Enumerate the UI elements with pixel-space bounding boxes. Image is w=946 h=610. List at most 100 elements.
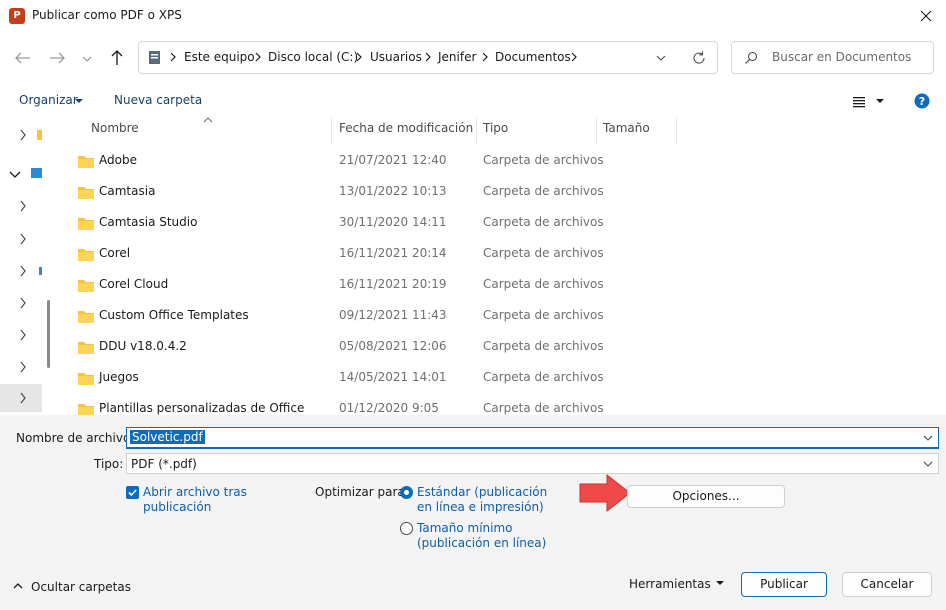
table-row[interactable]: Custom Office Templates 09/12/2021 11:43… — [58, 301, 945, 332]
table-row[interactable]: Corel Cloud 16/11/2021 20:19 Carpeta de … — [58, 270, 945, 301]
nav-tree-item[interactable] — [0, 289, 42, 317]
open-after-publish-label-line2[interactable]: publicación — [143, 500, 211, 514]
column-header-type[interactable]: Tipo — [483, 121, 508, 141]
nav-tree-item[interactable] — [0, 192, 42, 220]
column-header-modified[interactable]: Fecha de modificación — [339, 121, 473, 141]
navigation-pane — [0, 117, 42, 415]
sort-ascending-icon — [203, 117, 213, 123]
breadcrumb-local-disk[interactable]: Disco local (C:) — [268, 50, 358, 64]
file-modified: 16/11/2021 20:14 — [339, 246, 447, 260]
forward-button[interactable] — [44, 44, 70, 72]
chevron-right-icon — [20, 361, 26, 373]
nav-pane-scrollbar[interactable] — [47, 300, 50, 368]
optimize-standard-label-line2[interactable]: en línea e impresión) — [417, 500, 544, 514]
cancel-button[interactable]: Cancelar — [842, 572, 932, 597]
type-value: PDF (*.pdf) — [131, 457, 197, 471]
nav-tree-item-this-pc[interactable] — [0, 160, 42, 188]
file-modified: 14/05/2021 14:01 — [339, 370, 447, 384]
caret-down-icon[interactable] — [875, 98, 885, 106]
optimize-standard-radio[interactable] — [400, 486, 413, 499]
help-icon[interactable]: ? — [914, 93, 930, 109]
file-list: Nombre Fecha de modificación Tipo Tamaño… — [58, 117, 945, 415]
column-divider[interactable] — [476, 117, 477, 143]
table-row[interactable]: Juegos 14/05/2021 14:01 Carpeta de archi… — [58, 363, 945, 394]
folder-icon — [78, 342, 94, 354]
tools-menu[interactable]: Herramientas — [629, 577, 711, 591]
breadcrumb-documents[interactable]: Documentos — [495, 50, 571, 64]
view-list-icon[interactable] — [852, 96, 866, 108]
publish-button[interactable]: Publicar — [741, 572, 827, 597]
arrow-up-icon — [111, 50, 123, 65]
nav-tree-item-selected[interactable] — [0, 384, 42, 412]
folder-icon — [78, 156, 94, 168]
open-after-publish-label-line1[interactable]: Abrir archivo tras — [143, 485, 247, 499]
powerpoint-app-icon: P — [9, 8, 25, 24]
optimize-minimum-label-line1[interactable]: Tamaño mínimo — [417, 521, 513, 535]
type-select[interactable]: PDF (*.pdf) — [126, 453, 939, 474]
table-row[interactable]: Camtasia Studio 30/11/2020 14:11 Carpeta… — [58, 208, 945, 239]
back-button[interactable] — [10, 44, 36, 72]
optimize-for-label: Optimizar para: — [315, 485, 409, 499]
nav-tree-item[interactable] — [0, 353, 42, 381]
chevron-down-icon[interactable] — [922, 433, 934, 443]
recent-locations-button[interactable] — [78, 44, 96, 72]
file-name: Corel Cloud — [99, 277, 169, 291]
file-modified: 21/07/2021 12:40 — [339, 153, 447, 167]
file-modified: 16/11/2021 20:19 — [339, 277, 447, 291]
breadcrumb-users[interactable]: Usuarios — [370, 50, 422, 64]
file-type: Carpeta de archivos — [483, 401, 604, 415]
open-after-publish-checkbox[interactable] — [126, 486, 139, 499]
file-name: Custom Office Templates — [99, 308, 249, 322]
filename-field[interactable]: Solvetic.pdf — [126, 427, 939, 449]
optimize-standard-label-line1[interactable]: Estándar (publicación — [417, 485, 547, 499]
folder-icon — [78, 187, 94, 199]
column-divider[interactable] — [331, 117, 332, 143]
optimize-minimum-radio[interactable] — [400, 522, 413, 535]
chevron-down-icon[interactable] — [655, 52, 667, 64]
table-row[interactable]: Plantillas personalizadas de Office 01/1… — [58, 394, 945, 415]
close-button[interactable] — [906, 0, 946, 32]
table-row[interactable]: Corel 16/11/2021 20:14 Carpeta de archiv… — [58, 239, 945, 270]
radio-dot — [404, 490, 409, 495]
nav-tree-item[interactable] — [0, 321, 42, 349]
filename-label: Nombre de archivo: — [16, 431, 135, 445]
file-name: Adobe — [99, 153, 137, 167]
column-header-size[interactable]: Tamaño — [603, 121, 650, 141]
hide-folders-toggle[interactable]: Ocultar carpetas — [31, 580, 131, 594]
folder-icon — [78, 404, 94, 415]
chevron-up-icon[interactable] — [12, 581, 24, 591]
new-folder-button[interactable]: Nueva carpeta — [114, 93, 202, 107]
column-header-name[interactable]: Nombre — [91, 121, 139, 141]
refresh-icon[interactable] — [691, 50, 707, 66]
table-row[interactable]: Camtasia 13/01/2022 10:13 Carpeta de arc… — [58, 177, 945, 208]
nav-tree-item[interactable] — [0, 225, 42, 253]
address-bar[interactable]: Este equipo Disco local (C:) Usuarios Je… — [138, 41, 718, 74]
file-type: Carpeta de archivos — [483, 370, 604, 384]
breadcrumb-jenifer[interactable]: Jenifer — [438, 50, 476, 64]
chevron-right-icon — [571, 52, 577, 62]
file-name: Plantillas personalizadas de Office — [99, 401, 305, 415]
chevron-right-icon — [20, 129, 42, 141]
nav-tree-item[interactable] — [0, 121, 42, 149]
breadcrumb-this-pc[interactable]: Este equipo — [184, 50, 255, 64]
column-divider[interactable] — [596, 117, 597, 143]
caret-down-icon — [75, 99, 83, 103]
pc-icon — [149, 51, 160, 64]
chevron-down-icon — [9, 168, 42, 178]
close-icon — [920, 10, 932, 22]
options-button[interactable]: Opciones... — [627, 485, 785, 508]
search-box[interactable]: Buscar en Documentos — [731, 41, 934, 74]
annotation-arrow-icon — [579, 473, 631, 513]
up-button[interactable] — [104, 44, 130, 72]
chevron-right-icon — [20, 233, 26, 245]
table-row[interactable]: Adobe 21/07/2021 12:40 Carpeta de archiv… — [58, 146, 945, 177]
table-row[interactable]: DDU v18.0.4.2 05/08/2021 12:06 Carpeta d… — [58, 332, 945, 363]
filename-input[interactable]: Solvetic.pdf — [130, 430, 205, 444]
organize-menu[interactable]: Organizar — [19, 93, 78, 107]
search-input[interactable]: Buscar en Documentos — [772, 50, 911, 64]
optimize-minimum-label-line2[interactable]: (publicación en línea) — [417, 536, 546, 550]
chevron-right-icon — [20, 297, 26, 309]
column-divider[interactable] — [676, 117, 677, 143]
caret-down-icon[interactable] — [715, 580, 725, 588]
nav-tree-item[interactable] — [0, 257, 42, 285]
